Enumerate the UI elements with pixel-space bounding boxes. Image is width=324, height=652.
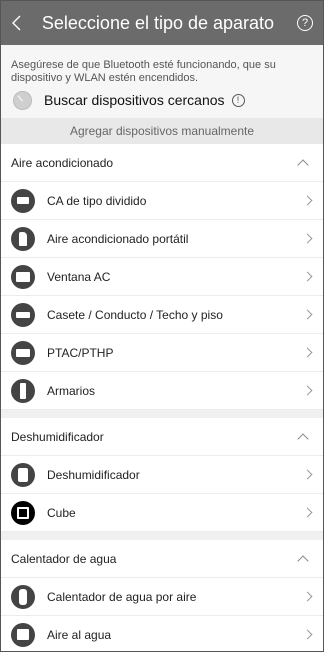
device-item-cube[interactable]: Cube — [1, 494, 323, 532]
scan-label: Buscar dispositivos cercanos — [44, 92, 225, 108]
air-to-water-icon — [11, 622, 35, 647]
device-label: Armarios — [47, 383, 96, 398]
device-item-cassette-ac[interactable]: Casete / Conducto / Techo y piso — [1, 296, 323, 334]
chevron-right-icon — [302, 309, 313, 320]
section-divider — [1, 532, 323, 540]
device-label: Cube — [47, 505, 76, 520]
ptac-icon — [11, 340, 35, 365]
cassette-ac-icon — [11, 302, 35, 327]
section-header-aire-acondicionado[interactable]: Aire acondicionado — [1, 144, 323, 182]
device-item-air-water-heater[interactable]: Calentador de agua por aire — [1, 578, 323, 616]
device-item-ptac[interactable]: PTAC/PTHP — [1, 334, 323, 372]
back-button[interactable] — [1, 1, 33, 45]
section-title: Aire acondicionado — [11, 155, 114, 170]
app-frame: Seleccione el tipo de aparato ? Asegúres… — [0, 0, 324, 652]
device-label: CA de tipo dividido — [47, 193, 147, 208]
dehumidifier-icon — [11, 462, 35, 487]
device-item-portable-ac[interactable]: Aire acondicionado portátil — [1, 220, 323, 258]
help-icon: ? — [297, 15, 313, 31]
chevron-right-icon — [302, 469, 313, 480]
chevron-right-icon — [302, 347, 313, 358]
device-label: Casete / Conducto / Techo y piso — [47, 307, 223, 322]
chevron-up-icon — [297, 554, 309, 567]
info-panel: Asegúrese de que Bluetooth esté funciona… — [1, 45, 323, 118]
cabinet-icon — [11, 378, 35, 403]
chevron-right-icon — [302, 629, 313, 640]
chevron-right-icon — [302, 507, 313, 518]
device-item-window-ac[interactable]: Ventana AC — [1, 258, 323, 296]
section-header-calentador-de-agua[interactable]: Calentador de agua — [1, 540, 323, 578]
chevron-right-icon — [302, 385, 313, 396]
top-bar: Seleccione el tipo de aparato ? — [1, 1, 323, 45]
chevron-up-icon — [297, 432, 309, 445]
chevron-up-icon — [297, 158, 309, 171]
page-title: Seleccione el tipo de aparato — [41, 12, 275, 33]
radar-icon — [13, 90, 32, 110]
device-item-air-to-water[interactable]: Aire al agua — [1, 616, 323, 651]
help-button[interactable]: ? — [287, 1, 323, 45]
section-divider — [1, 410, 323, 418]
chevron-right-icon — [302, 233, 313, 244]
window-ac-icon — [11, 264, 35, 289]
scan-nearby-button[interactable]: Buscar dispositivos cercanos ! — [11, 88, 313, 112]
device-label: Calentador de agua por aire — [47, 589, 197, 604]
chevron-left-icon — [12, 15, 21, 31]
device-label: Aire acondicionado portátil — [47, 231, 189, 246]
portable-ac-icon — [11, 226, 35, 251]
add-manually-bar[interactable]: Agregar dispositivos manualmente — [1, 118, 323, 144]
split-ac-icon — [11, 188, 35, 213]
device-label: Aire al agua — [47, 627, 112, 642]
info-icon[interactable]: ! — [231, 93, 245, 107]
section-header-deshumidificador[interactable]: Deshumidificador — [1, 418, 323, 456]
device-label: PTAC/PTHP — [47, 345, 114, 360]
air-water-heater-icon — [11, 584, 35, 609]
device-item-dehumidifier[interactable]: Deshumidificador — [1, 456, 323, 494]
chevron-right-icon — [302, 195, 313, 206]
chevron-right-icon — [302, 271, 313, 282]
cube-icon — [11, 500, 35, 525]
section-title: Deshumidificador — [11, 429, 104, 444]
device-label: Ventana AC — [47, 269, 111, 284]
chevron-right-icon — [302, 591, 313, 602]
device-label: Deshumidificador — [47, 467, 140, 482]
device-item-cabinet[interactable]: Armarios — [1, 372, 323, 410]
device-item-split-ac[interactable]: CA de tipo dividido — [1, 182, 323, 220]
bluetooth-notice: Asegúrese de que Bluetooth esté funciona… — [11, 59, 276, 84]
section-title: Calentador de agua — [11, 551, 117, 566]
